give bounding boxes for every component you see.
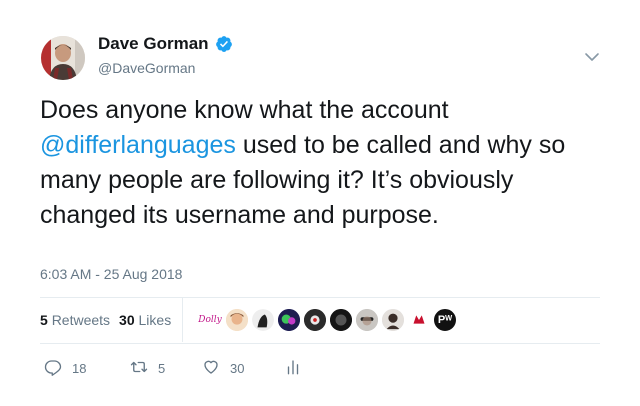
reply-count: 18 xyxy=(72,361,87,376)
reply-icon xyxy=(44,358,62,379)
liker-avatar-2[interactable] xyxy=(225,308,249,332)
stats-divider xyxy=(182,298,183,342)
divider-top xyxy=(40,297,600,298)
tweet-text-start: Does anyone know what the account xyxy=(40,96,449,124)
liker-avatar-5[interactable] xyxy=(303,308,327,332)
author-handle[interactable]: @DaveGorman xyxy=(98,60,195,76)
heart-icon xyxy=(202,358,220,379)
author-name[interactable]: Dave Gorman xyxy=(98,34,209,54)
verified-badge-icon xyxy=(215,35,233,53)
engagement-stats: 5 Retweets 30 Likes xyxy=(40,312,171,328)
retweet-count: 5 xyxy=(158,361,166,376)
retweets-count: 5 xyxy=(40,312,48,328)
like-action[interactable]: 30 xyxy=(202,358,244,379)
like-count: 30 xyxy=(230,361,245,376)
author-name-row[interactable]: Dave Gorman xyxy=(98,34,233,54)
tweet-timestamp[interactable]: 6:03 AM - 25 Aug 2018 xyxy=(40,266,182,282)
liker-avatar-1[interactable]: Dolly xyxy=(195,310,225,330)
analytics-action[interactable] xyxy=(284,358,302,379)
liker-avatar-8[interactable] xyxy=(381,308,405,332)
divider-bottom xyxy=(40,343,600,344)
chevron-down-icon[interactable] xyxy=(584,50,600,62)
retweet-icon xyxy=(130,358,148,379)
tweet-text: Does anyone know what the account @diffe… xyxy=(40,93,610,233)
likes-stat[interactable]: 30 Likes xyxy=(119,312,171,328)
reply-action[interactable]: 18 xyxy=(44,358,86,379)
liker-avatar-6[interactable] xyxy=(329,308,353,332)
mention-link[interactable]: @differlanguages xyxy=(40,131,236,159)
likes-label: Likes xyxy=(138,312,172,328)
liker-avatar-3[interactable] xyxy=(251,308,275,332)
liker-avatar-10[interactable]: Pᵂ xyxy=(433,308,457,332)
retweets-stat[interactable]: 5 Retweets xyxy=(40,312,110,328)
liker-avatar-7[interactable] xyxy=(355,308,379,332)
author-avatar[interactable] xyxy=(41,36,85,80)
analytics-icon xyxy=(284,358,302,379)
retweet-action[interactable]: 5 xyxy=(130,358,165,379)
likes-count: 30 xyxy=(119,312,135,328)
liker-avatar-4[interactable] xyxy=(277,308,301,332)
liker-avatar-9[interactable] xyxy=(407,308,431,332)
retweets-label: Retweets xyxy=(51,312,111,328)
tweet-card: Dave Gorman @DaveGorman Does anyone know… xyxy=(0,0,640,406)
